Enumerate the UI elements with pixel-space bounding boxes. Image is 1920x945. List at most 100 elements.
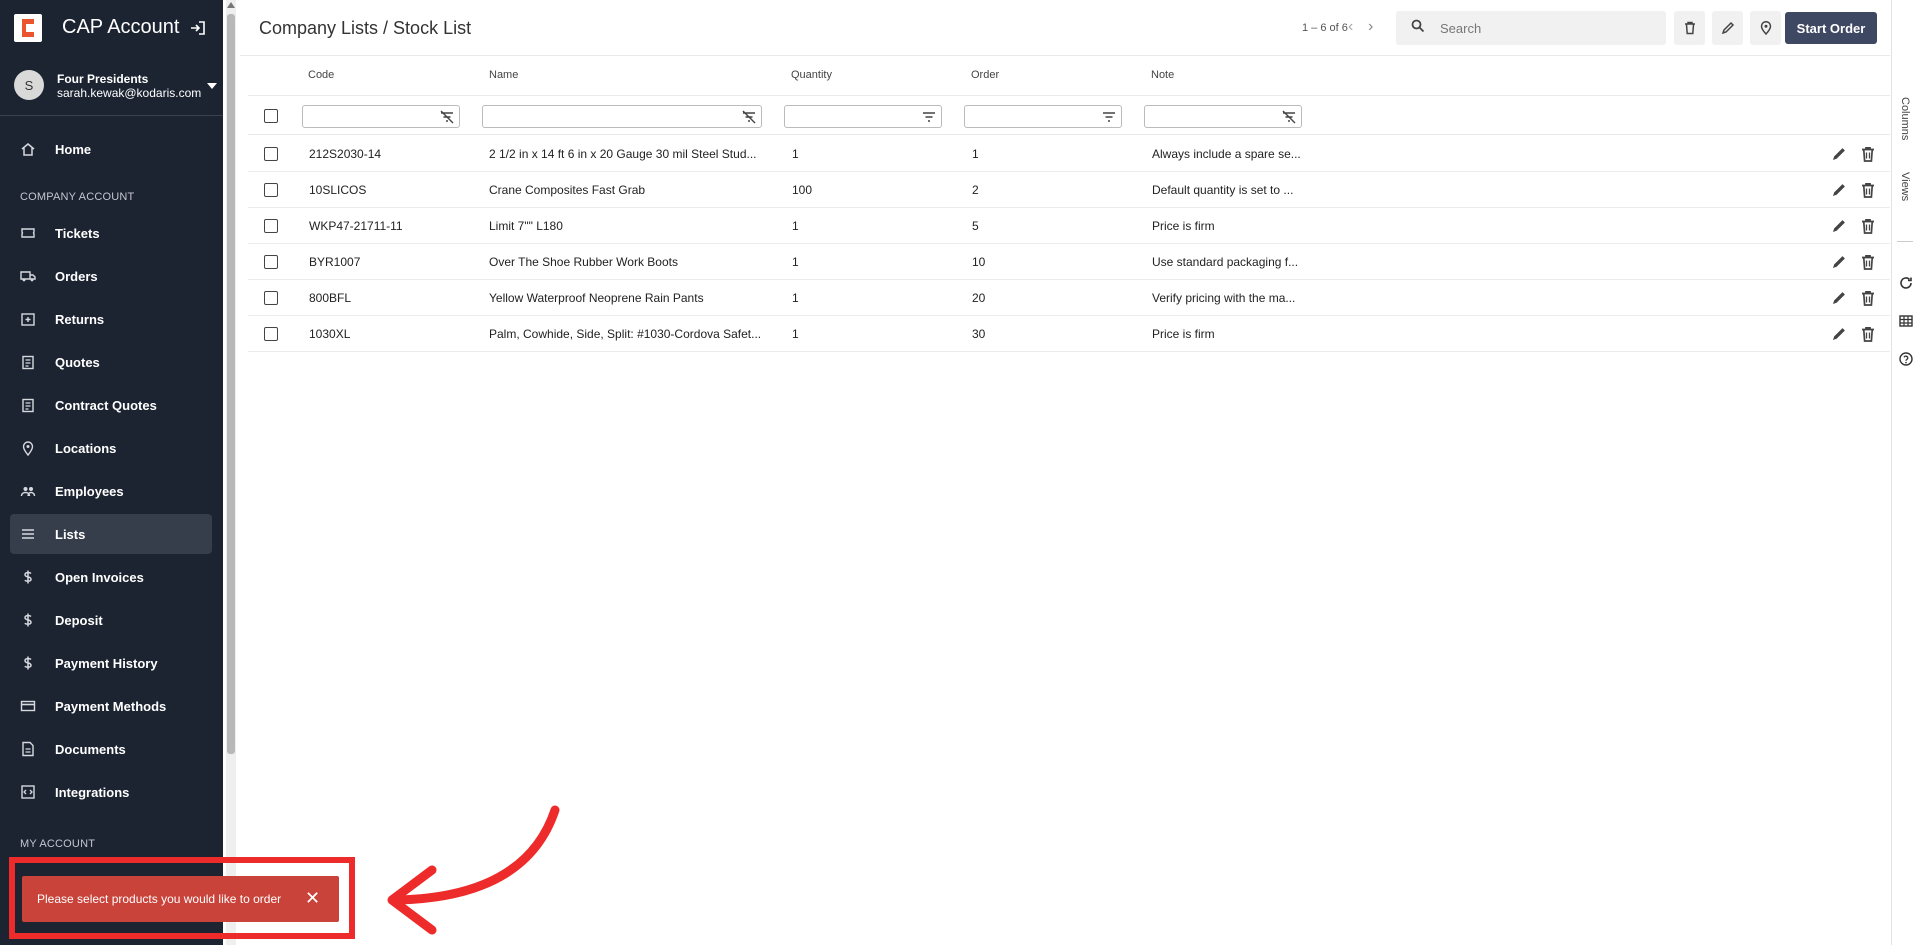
row-checkbox[interactable] — [264, 327, 278, 341]
cell-code: 1030XL — [309, 327, 351, 341]
table-row[interactable]: 10SLICOS Crane Composites Fast Grab 100 2 De… — [248, 172, 1890, 208]
help-icon[interactable] — [1899, 352, 1913, 366]
brand-title: CAP Account — [62, 16, 180, 38]
row-checkbox[interactable] — [264, 219, 278, 233]
cell-order: 1 — [972, 147, 979, 161]
sidebar-item-deposit[interactable]: Deposit — [10, 600, 212, 640]
table-row[interactable]: 212S2030-14 2 1/2 in x 14 ft 6 in x 20 Ga… — [248, 136, 1890, 172]
sidebar-item-open-invoices[interactable]: Open Invoices — [10, 557, 212, 597]
delete-row-icon[interactable] — [1859, 289, 1877, 307]
start-order-button[interactable]: Start Order — [1785, 12, 1877, 44]
search-icon — [1411, 19, 1425, 33]
sidebar-item-label: Locations — [55, 440, 117, 456]
filter-clear-icon[interactable] — [742, 110, 756, 124]
table-row[interactable]: BYR1007 Over The Shoe Rubber Work Boots 1 1… — [248, 244, 1890, 280]
select-all-checkbox[interactable] — [264, 109, 278, 123]
edit-row-icon[interactable] — [1830, 145, 1848, 163]
sidebar-item-returns[interactable]: Returns — [10, 299, 212, 339]
edit-row-icon[interactable] — [1830, 289, 1848, 307]
avatar: S — [14, 70, 44, 100]
sidebar-item-orders[interactable]: Orders — [10, 256, 212, 296]
sidebar-item-locations[interactable]: Locations — [10, 428, 212, 468]
sidebar-item-payment-methods[interactable]: Payment Methods — [10, 686, 212, 726]
row-checkbox[interactable] — [264, 291, 278, 305]
cell-note: Always include a spare se... — [1152, 147, 1301, 161]
column-header-name[interactable]: Name — [489, 69, 518, 81]
dollar-icon — [24, 656, 32, 670]
clipboard-icon — [22, 355, 34, 370]
refresh-icon[interactable] — [1899, 276, 1913, 290]
sidebar-item-home[interactable]: Home — [10, 129, 212, 169]
table-icon[interactable] — [1899, 314, 1913, 328]
edit-row-icon[interactable] — [1830, 181, 1848, 199]
edit-row-icon[interactable] — [1830, 217, 1848, 235]
delete-row-icon[interactable] — [1859, 325, 1877, 343]
cell-quantity: 100 — [792, 183, 813, 197]
table-row[interactable]: 800BFL Yellow Waterproof Neoprene Rain Pa… — [248, 280, 1890, 316]
filter-quantity-input[interactable] — [784, 105, 942, 128]
sidebar-item-integrations[interactable]: Integrations — [10, 772, 212, 812]
cell-order: 20 — [972, 291, 986, 305]
sidebar-item-contract-quotes[interactable]: Contract Quotes — [10, 385, 212, 425]
columns-panel-tab[interactable]: Columns — [1899, 97, 1911, 140]
sidebar-item-payment-history[interactable]: Payment History — [10, 643, 212, 683]
user-switcher[interactable]: S Four Presidents sarah.kewak@kodaris.co… — [0, 66, 223, 114]
filter-order-input[interactable] — [964, 105, 1122, 128]
sidebar-item-quotes[interactable]: Quotes — [10, 342, 212, 382]
table-row[interactable]: WKP47-21711-11 Limit 7"" L180 1 5 Price is f… — [248, 208, 1890, 244]
row-checkbox[interactable] — [264, 147, 278, 161]
delete-row-icon[interactable] — [1859, 217, 1877, 235]
sidebar-item-documents[interactable]: Documents — [10, 729, 212, 769]
sidebar-item-employees[interactable]: Employees — [10, 471, 212, 511]
row-checkbox[interactable] — [264, 255, 278, 269]
sidebar-item-label: Tickets — [55, 225, 100, 241]
delete-row-icon[interactable] — [1859, 181, 1877, 199]
column-header-code[interactable]: Code — [308, 69, 334, 81]
filter-icon[interactable] — [1102, 110, 1116, 124]
search-input[interactable] — [1440, 19, 1650, 37]
caret-down-icon[interactable] — [207, 83, 217, 89]
filter-note-input[interactable] — [1144, 105, 1302, 128]
filter-icon[interactable] — [922, 110, 936, 124]
sidebar-scrollbar-thumb[interactable] — [227, 14, 235, 754]
column-header-note[interactable]: Note — [1151, 69, 1174, 81]
column-header-quantity[interactable]: Quantity — [791, 69, 832, 81]
filter-name-input[interactable] — [482, 105, 762, 128]
section-my-account: MY ACCOUNT — [20, 838, 96, 850]
delete-row-icon[interactable] — [1859, 253, 1877, 271]
views-panel-tab[interactable]: Views — [1899, 172, 1911, 201]
edit-row-icon[interactable] — [1830, 325, 1848, 343]
rail-divider — [1897, 241, 1913, 242]
column-header-order[interactable]: Order — [971, 69, 999, 81]
delete-list-button[interactable] — [1674, 11, 1705, 45]
truck-icon — [20, 271, 36, 282]
location-button[interactable] — [1750, 11, 1781, 45]
filter-code-input[interactable] — [302, 105, 460, 128]
sidebar-item-label: Home — [55, 141, 92, 157]
row-checkbox[interactable] — [264, 183, 278, 197]
close-icon[interactable]: ✕ — [305, 888, 320, 908]
table-row[interactable]: 1030XL Palm, Cowhide, Side, Split: #1030-… — [248, 316, 1890, 352]
chevron-right-icon[interactable]: › — [1368, 18, 1373, 36]
edit-list-button[interactable] — [1712, 11, 1743, 45]
people-icon — [20, 487, 36, 497]
logout-icon[interactable] — [190, 20, 206, 36]
scroll-up-icon[interactable] — [227, 2, 235, 8]
cell-name: Over The Shoe Rubber Work Boots — [489, 255, 678, 269]
chevron-left-icon[interactable]: ‹ — [1348, 18, 1353, 36]
cell-quantity: 1 — [792, 291, 799, 305]
search-box[interactable] — [1396, 11, 1666, 45]
sidebar-item-lists[interactable]: Lists — [10, 514, 212, 554]
divider — [0, 115, 223, 116]
filter-clear-icon[interactable] — [440, 110, 454, 124]
sidebar-item-label: Payment History — [55, 655, 158, 671]
filter-clear-icon[interactable] — [1282, 110, 1296, 124]
sidebar-item-label: Open Invoices — [55, 569, 144, 585]
edit-row-icon[interactable] — [1830, 253, 1848, 271]
kodaris-logo-icon[interactable] — [14, 14, 42, 42]
delete-row-icon[interactable] — [1859, 145, 1877, 163]
sidebar-item-label: Deposit — [55, 612, 103, 628]
dollar-icon — [24, 613, 32, 627]
cell-order: 30 — [972, 327, 986, 341]
sidebar-item-tickets[interactable]: Tickets — [10, 213, 212, 253]
